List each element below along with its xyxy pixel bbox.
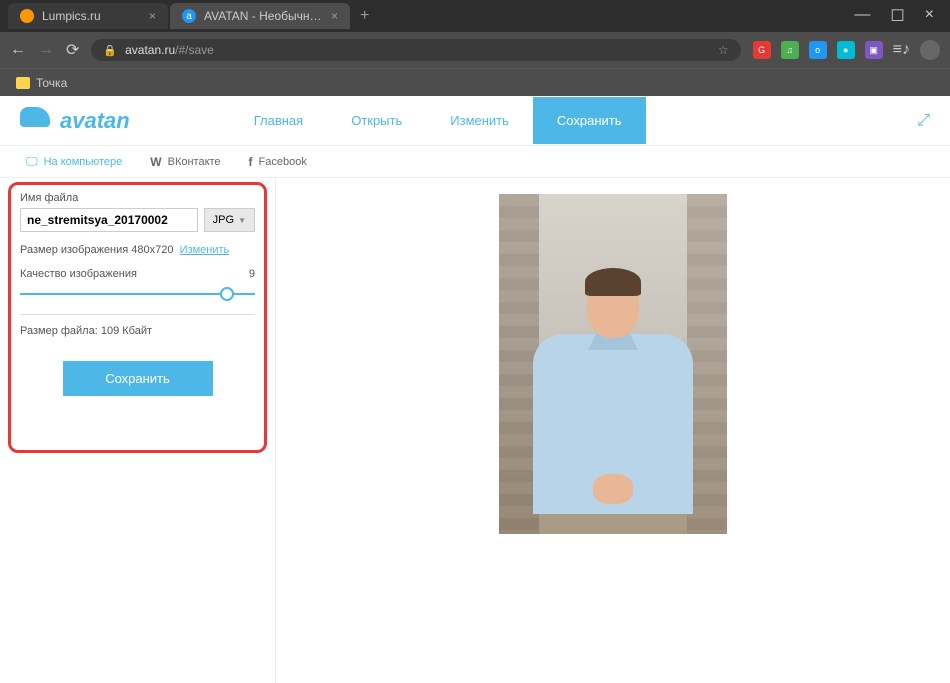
tab-facebook[interactable]: f Facebook bbox=[235, 155, 321, 169]
favicon-icon: a bbox=[182, 9, 196, 23]
bookmark-star-icon[interactable]: ☆ bbox=[718, 43, 729, 57]
lock-icon: 🔒 bbox=[103, 44, 117, 57]
extension-icon[interactable]: ♫ bbox=[781, 41, 799, 59]
extension-icon[interactable]: ● bbox=[837, 41, 855, 59]
playlist-icon[interactable]: ≡♪ bbox=[893, 41, 910, 59]
extension-icon[interactable]: G bbox=[753, 41, 771, 59]
quality-value: 9 bbox=[249, 268, 255, 280]
format-dropdown[interactable]: JPG ▼ bbox=[204, 208, 255, 232]
nav-open[interactable]: Открыть bbox=[327, 97, 426, 144]
tab-title: AVATAN - Необычный Фоторед bbox=[204, 9, 323, 23]
nav-save[interactable]: Сохранить bbox=[533, 97, 646, 144]
tab-vkontakte[interactable]: W ВКонтакте bbox=[136, 155, 234, 169]
extension-icon[interactable]: ▣ bbox=[865, 41, 883, 59]
close-icon[interactable]: × bbox=[331, 9, 338, 23]
image-size-row: Размер изображения 480x720 Изменить bbox=[20, 244, 255, 256]
facebook-icon: f bbox=[249, 155, 253, 169]
browser-tab-lumpics[interactable]: Lumpics.ru × bbox=[8, 3, 168, 29]
filesize-row: Размер файла: 109 Кбайт bbox=[20, 314, 255, 347]
logo[interactable]: avatan bbox=[20, 107, 130, 135]
computer-icon: 🖵 bbox=[26, 154, 38, 169]
quality-row: Качество изображения 9 bbox=[20, 268, 255, 280]
close-icon[interactable]: × bbox=[149, 9, 156, 23]
save-destination-tabs: 🖵 На компьютере W ВКонтакте f Facebook bbox=[0, 146, 950, 178]
reload-button[interactable]: ⟳ bbox=[66, 40, 79, 60]
save-settings-panel: Имя файла JPG ▼ Размер изображения 480x7… bbox=[0, 178, 276, 683]
whale-icon bbox=[20, 107, 56, 135]
close-icon[interactable]: × bbox=[925, 6, 934, 26]
site-header: avatan Главная Открыть Изменить Сохранит… bbox=[0, 96, 950, 146]
save-button[interactable]: Сохранить bbox=[63, 361, 213, 396]
maximize-icon[interactable]: ☐ bbox=[890, 6, 904, 26]
quality-slider[interactable] bbox=[20, 286, 255, 302]
extension-icon[interactable]: o bbox=[809, 41, 827, 59]
slider-thumb[interactable] bbox=[220, 287, 234, 301]
vk-icon: W bbox=[150, 155, 161, 169]
back-button[interactable]: ← bbox=[10, 41, 26, 59]
chevron-down-icon: ▼ bbox=[238, 216, 246, 225]
address-bar: ← → ⟳ 🔒 avatan.ru/#/save ☆ G ♫ o ● ▣ ≡♪ bbox=[0, 32, 950, 68]
url-input[interactable]: 🔒 avatan.ru/#/save ☆ bbox=[91, 39, 740, 61]
browser-tab-avatan[interactable]: a AVATAN - Необычный Фоторед × bbox=[170, 3, 350, 29]
tab-bar: Lumpics.ru × a AVATAN - Необычный Фоторе… bbox=[0, 0, 950, 32]
extension-icons: G ♫ o ● ▣ ≡♪ bbox=[753, 40, 940, 60]
new-tab-button[interactable]: + bbox=[350, 7, 379, 25]
main-nav: Главная Открыть Изменить Сохранить bbox=[230, 97, 646, 144]
forward-button[interactable]: → bbox=[38, 41, 54, 59]
bookmark-bar: Точка bbox=[0, 68, 950, 96]
change-size-link[interactable]: Изменить bbox=[180, 244, 230, 256]
nav-home[interactable]: Главная bbox=[230, 97, 327, 144]
favicon-icon bbox=[20, 9, 34, 23]
folder-icon bbox=[16, 77, 30, 89]
expand-icon[interactable]: ⤢ bbox=[917, 112, 930, 130]
tab-computer[interactable]: 🖵 На компьютере bbox=[12, 154, 136, 169]
tab-title: Lumpics.ru bbox=[42, 9, 141, 23]
profile-avatar[interactable] bbox=[920, 40, 940, 60]
image-preview-area bbox=[276, 178, 950, 683]
bookmark-folder[interactable]: Точка bbox=[16, 76, 67, 90]
filename-label: Имя файла bbox=[20, 192, 255, 204]
logo-text: avatan bbox=[60, 108, 130, 134]
preview-image bbox=[499, 194, 727, 534]
nav-change[interactable]: Изменить bbox=[426, 97, 533, 144]
window-controls: — ☐ × bbox=[838, 6, 950, 26]
filename-input[interactable] bbox=[20, 208, 198, 232]
minimize-icon[interactable]: — bbox=[854, 6, 870, 26]
